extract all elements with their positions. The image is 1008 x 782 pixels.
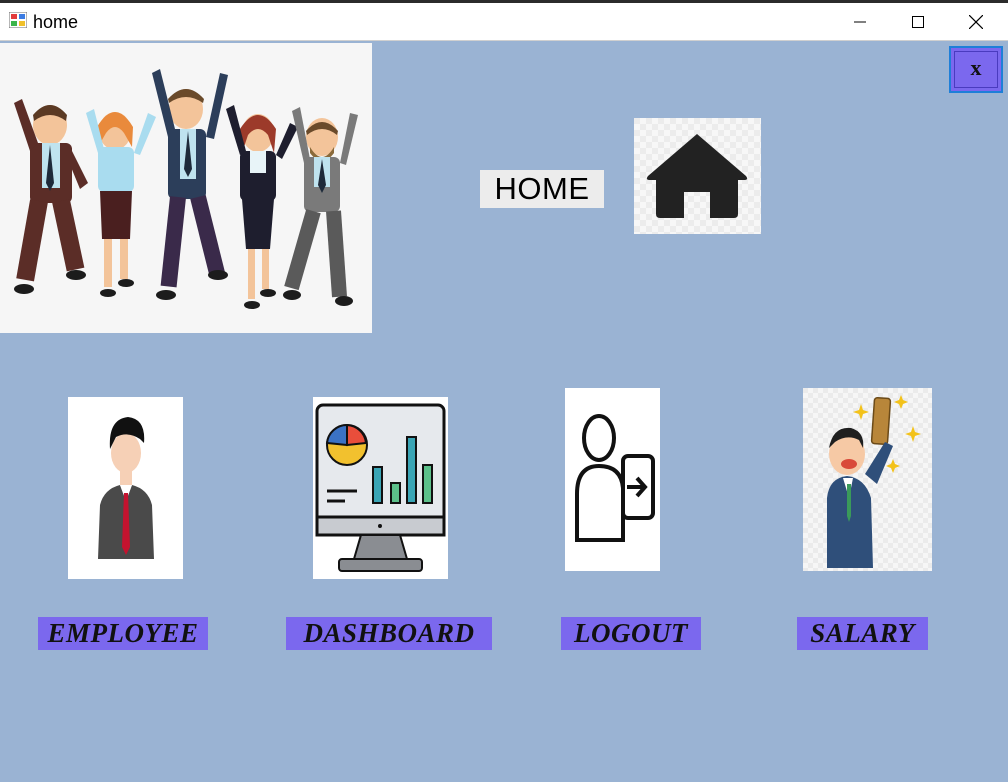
dashboard-monitor-icon bbox=[315, 403, 446, 572]
salary-celebration-icon bbox=[803, 388, 932, 571]
window-close-button[interactable] bbox=[947, 3, 1005, 41]
minimize-button[interactable] bbox=[831, 3, 889, 41]
team-celebration-illustration bbox=[14, 69, 358, 309]
team-celebration-image bbox=[0, 43, 372, 333]
logout-button[interactable]: LOGOUT bbox=[561, 617, 701, 650]
maximize-button[interactable] bbox=[889, 3, 947, 41]
home-image bbox=[634, 118, 761, 234]
close-icon bbox=[969, 15, 983, 29]
maximize-icon bbox=[912, 16, 924, 28]
dashboard-button[interactable]: DASHBOARD bbox=[286, 617, 492, 650]
logout-image-button[interactable] bbox=[565, 388, 660, 571]
page-title: HOME bbox=[480, 170, 604, 208]
salary-image-button[interactable] bbox=[803, 388, 932, 571]
window-titlebar: home bbox=[0, 0, 1008, 41]
home-icon bbox=[634, 118, 761, 234]
employee-icon bbox=[98, 417, 154, 559]
app-icon bbox=[9, 12, 27, 28]
minimize-icon bbox=[854, 21, 866, 23]
exit-button-label: x bbox=[970, 54, 982, 80]
employee-button[interactable]: EMPLOYEE bbox=[38, 617, 208, 650]
employee-image-button[interactable] bbox=[68, 397, 183, 579]
logout-icon bbox=[575, 414, 655, 542]
dashboard-image-button[interactable] bbox=[313, 397, 448, 579]
salary-button[interactable]: SALARY bbox=[797, 617, 928, 650]
exit-button[interactable]: x bbox=[949, 46, 1003, 93]
window-title: home bbox=[33, 12, 79, 32]
